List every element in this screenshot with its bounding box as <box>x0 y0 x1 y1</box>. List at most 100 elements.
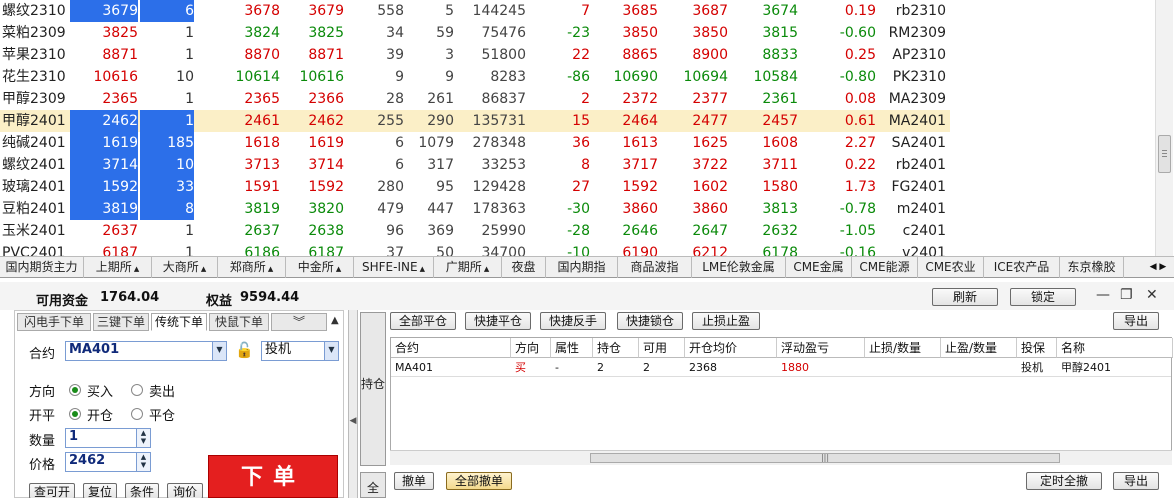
spin-up-icon[interactable]: ▲ <box>141 453 146 461</box>
condition-button[interactable]: 条件 <box>125 483 159 498</box>
quote-row[interactable]: 螺纹2310 3679 6 3678 3679 558 5 144245 7 3685 3687 36… <box>0 0 950 22</box>
spin-down-icon[interactable]: ▼ <box>141 437 146 445</box>
cancel-all-button[interactable]: 全部撤单 <box>446 472 512 490</box>
scrollbar-thumb[interactable] <box>1158 135 1171 173</box>
minimize-icon[interactable]: — <box>1096 287 1110 303</box>
scrollbar-thumb[interactable]: ||| <box>590 453 1060 463</box>
tab-quick-mouse-order[interactable]: 快鼠下单 <box>209 313 269 331</box>
column-header[interactable]: 浮动盈亏 <box>777 338 865 358</box>
restore-icon[interactable]: ❐ <box>1120 287 1133 303</box>
tab-three-key-order[interactable]: 三键下单 <box>93 313 149 331</box>
quote-cell-total: 75476 <box>481 25 526 41</box>
tab-market[interactable]: 广期所 ▲ <box>434 257 502 278</box>
tab-market[interactable]: 夜盘 <box>502 257 546 278</box>
open-radio[interactable] <box>69 408 81 420</box>
tab-positions[interactable]: 持仓 <box>360 312 386 466</box>
spin-up-icon[interactable]: ▲ <box>141 429 146 437</box>
spin-down-icon[interactable]: ▼ <box>141 461 146 469</box>
collapse-icon[interactable]: ▲ <box>331 315 339 326</box>
tab-market[interactable]: 上期所 ▲ <box>84 257 152 278</box>
column-header[interactable]: 持仓 <box>593 338 639 358</box>
tab-market[interactable]: CME能源 <box>852 257 918 278</box>
tab-market[interactable]: 商品波指 <box>618 257 692 278</box>
sell-radio[interactable] <box>131 384 143 396</box>
column-header[interactable]: 合约 <box>391 338 511 358</box>
tab-market[interactable]: 大商所 ▲ <box>152 257 218 278</box>
quote-cell-open: 10690 <box>613 69 658 85</box>
tab-market[interactable]: CME农业 <box>918 257 984 278</box>
table-row[interactable]: MA401 买 - 2 2 2368 1880 投机 甲醇2401 <box>391 359 1171 377</box>
more-tabs-icon[interactable]: ︾ <box>271 313 327 331</box>
quick-close-button[interactable]: 快捷平仓 <box>465 312 531 330</box>
spin-buttons[interactable]: ▲ ▼ <box>136 429 150 447</box>
lock-button[interactable]: 锁定 <box>1010 288 1076 306</box>
reset-button[interactable]: 复位 <box>83 483 117 498</box>
quote-cell-pct: 2.27 <box>844 135 876 151</box>
quote-vertical-scrollbar[interactable] <box>1155 0 1173 256</box>
column-header[interactable]: 名称 <box>1057 338 1173 358</box>
quick-reverse-button[interactable]: 快捷反手 <box>540 312 606 330</box>
column-header[interactable]: 投保 <box>1017 338 1057 358</box>
tab-traditional-order[interactable]: 传统下单 <box>151 313 207 331</box>
tab-market[interactable]: 中金所 ▲ <box>286 257 354 278</box>
lock-icon[interactable]: 🔓 <box>235 341 254 359</box>
export-button-2[interactable]: 导出 <box>1113 472 1159 490</box>
quote-cell-total: 8283 <box>490 69 526 85</box>
quote-row[interactable]: 甲醇2309 2365 1 2365 2366 28 261 86837 2 2372 2377 23… <box>0 88 950 110</box>
positions-horizontal-scrollbar[interactable]: ||| <box>390 450 1172 465</box>
quote-cell-name: 花生2310 <box>2 69 66 85</box>
close-all-button[interactable]: 全部平仓 <box>390 312 456 330</box>
quick-lock-button[interactable]: 快捷锁仓 <box>617 312 683 330</box>
chevron-down-icon[interactable]: ▼ <box>324 342 338 360</box>
quote-cell-pct: 0.22 <box>844 157 876 173</box>
quote-row[interactable]: 菜粕2309 3825 1 3824 3825 34 59 75476 -23 3850 3850 3… <box>0 22 950 44</box>
submit-order-button[interactable]: 下单 <box>208 455 338 498</box>
tab-market[interactable]: SHFE-INE ▲ <box>354 257 434 278</box>
tab-market[interactable]: 东京橡胶 <box>1060 257 1124 278</box>
tab-market[interactable]: 国内期指 <box>546 257 618 278</box>
price-stepper[interactable]: 2462 ▲ ▼ <box>65 452 151 472</box>
stop-loss-take-profit-button[interactable]: 止损止盈 <box>692 312 760 330</box>
quote-row[interactable]: 豆粕2401 3819 8 3819 3820 479 447 178363 -30 3860 38… <box>0 198 950 220</box>
column-header[interactable]: 止盈/数量 <box>941 338 1017 358</box>
tab-lightning-order[interactable]: 闪电手下单 <box>17 313 91 331</box>
quote-row[interactable]: 纯碱2401 1619 185 1618 1619 6 1079 278348 36 1613 16… <box>0 132 950 154</box>
tab-market[interactable]: ICE农产品 <box>984 257 1060 278</box>
panel-splitter[interactable]: ◀ <box>348 310 358 498</box>
quote-cell-open: 6190 <box>622 245 658 256</box>
quote-row[interactable]: 玉米2401 2637 1 2637 2638 96 369 25990 -28 2646 2647… <box>0 220 950 242</box>
tab-scroll-arrows[interactable]: ◀ ▶ <box>1143 257 1173 278</box>
column-header[interactable]: 止损/数量 <box>865 338 941 358</box>
query-openable-button[interactable]: 查可开 <box>29 483 75 498</box>
collapse-left-icon[interactable]: ◀ <box>349 416 357 426</box>
tab-market[interactable]: LME伦敦金属 <box>692 257 786 278</box>
quote-row[interactable]: 螺纹2401 3714 10 3713 3714 6 317 33253 8 3717 3722 37… <box>0 154 950 176</box>
spin-buttons[interactable]: ▲ ▼ <box>136 453 150 471</box>
buy-radio[interactable] <box>69 384 81 396</box>
chevron-down-icon[interactable]: ▼ <box>212 342 226 360</box>
refresh-button[interactable]: 刷新 <box>932 288 998 306</box>
close-icon[interactable]: ✕ <box>1146 287 1158 303</box>
quantity-stepper[interactable]: 1 ▲ ▼ <box>65 428 151 448</box>
quote-row[interactable]: 甲醇2401 2462 1 2461 2462 255 290 135731 15 2464 247… <box>0 110 950 132</box>
hedge-select[interactable]: 投机 ▼ <box>261 341 339 361</box>
quote-row[interactable]: 花生2310 10616 10 10614 10616 9 9 8283 -86 10690 106… <box>0 66 950 88</box>
close-radio[interactable] <box>131 408 143 420</box>
quote-row[interactable]: 玻璃2401 1592 33 1591 1592 280 95 129428 27 1592 160… <box>0 176 950 198</box>
quote-row[interactable]: PVC2401 6187 1 6186 6187 37 50 34700 -10 6190 6212… <box>0 242 950 256</box>
quote-row[interactable]: 苹果2310 8871 1 8870 8871 39 3 51800 22 8865 8900 883… <box>0 44 950 66</box>
cancel-order-button[interactable]: 撤单 <box>394 472 434 490</box>
column-header[interactable]: 开仓均价 <box>685 338 777 358</box>
tab-market[interactable]: 国内期货主力 <box>0 257 84 278</box>
contract-input[interactable]: MA401 ▼ <box>65 341 227 361</box>
export-button[interactable]: 导出 <box>1113 312 1159 330</box>
tab-all[interactable]: 全 <box>360 472 386 498</box>
timed-cancel-all-button[interactable]: 定时全撤 <box>1026 472 1102 490</box>
column-header[interactable]: 方向 <box>511 338 551 358</box>
column-header[interactable]: 可用 <box>639 338 685 358</box>
tab-market[interactable]: CME金属 <box>786 257 852 278</box>
caret-up-icon: ▲ <box>483 265 490 273</box>
column-header[interactable]: 属性 <box>551 338 593 358</box>
inquiry-button[interactable]: 询价 <box>167 483 203 498</box>
tab-market[interactable]: 郑商所 ▲ <box>218 257 286 278</box>
